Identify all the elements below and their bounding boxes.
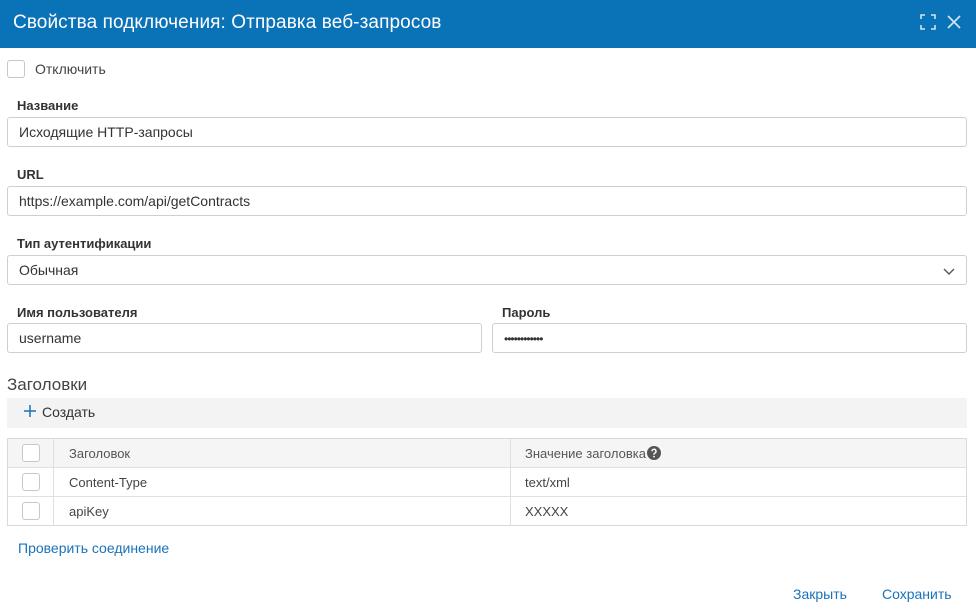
table-row[interactable]: Content-Type text/xml: [8, 468, 966, 497]
disable-checkbox[interactable]: [7, 60, 25, 78]
plus-icon: [24, 405, 36, 417]
chevron-down-icon: [943, 268, 955, 275]
row-select-cell: [8, 468, 54, 497]
close-button[interactable]: Закрыть: [793, 586, 847, 602]
url-label: URL: [17, 167, 44, 182]
table-row[interactable]: apiKey XXXXX: [8, 497, 966, 526]
name-label: Название: [17, 98, 79, 113]
dialog-title: Свойства подключения: Отправка веб-запро…: [13, 12, 442, 33]
disable-label: Отключить: [35, 61, 106, 77]
row-select-cell: [8, 497, 54, 526]
header-value-cell: XXXXX: [525, 504, 569, 519]
auth-type-label: Тип аутентификации: [17, 236, 152, 251]
dialog-titlebar: Свойства подключения: Отправка веб-запро…: [0, 0, 976, 48]
create-header-label: Создать: [42, 404, 96, 420]
column-header-name[interactable]: Заголовок: [54, 439, 511, 468]
header-value-cell: text/xml: [525, 475, 570, 490]
table-header-row: Заголовок Значение заголовка: [8, 439, 966, 468]
close-icon[interactable]: [944, 12, 964, 32]
select-all-checkbox[interactable]: [22, 444, 40, 462]
maximize-icon[interactable]: [918, 12, 938, 32]
username-label: Имя пользователя: [17, 305, 138, 320]
header-name-cell: apiKey: [54, 497, 511, 526]
header-name-cell: Content-Type: [54, 468, 511, 497]
save-button[interactable]: Сохранить: [882, 586, 952, 602]
select-all-cell: [8, 439, 54, 468]
headers-table: Заголовок Значение заголовка Content-Typ…: [7, 438, 967, 526]
auth-type-value: Обычная: [19, 262, 79, 278]
test-connection-link[interactable]: Проверить соединение: [18, 540, 169, 556]
headers-section-title: Заголовки: [7, 375, 88, 394]
url-input[interactable]: https://example.com/api/getContracts: [7, 186, 967, 216]
password-input[interactable]: ••••••••••••: [492, 323, 967, 353]
headers-toolbar: Создать: [7, 398, 967, 428]
name-input[interactable]: Исходящие HTTP-запросы: [7, 117, 967, 147]
auth-type-select[interactable]: Обычная: [7, 255, 967, 285]
password-label: Пароль: [502, 305, 551, 320]
column-header-value[interactable]: Значение заголовка: [511, 439, 966, 468]
help-icon[interactable]: [646, 446, 661, 460]
row-checkbox[interactable]: [22, 502, 40, 520]
username-input[interactable]: username: [7, 323, 482, 353]
row-checkbox[interactable]: [22, 473, 40, 491]
